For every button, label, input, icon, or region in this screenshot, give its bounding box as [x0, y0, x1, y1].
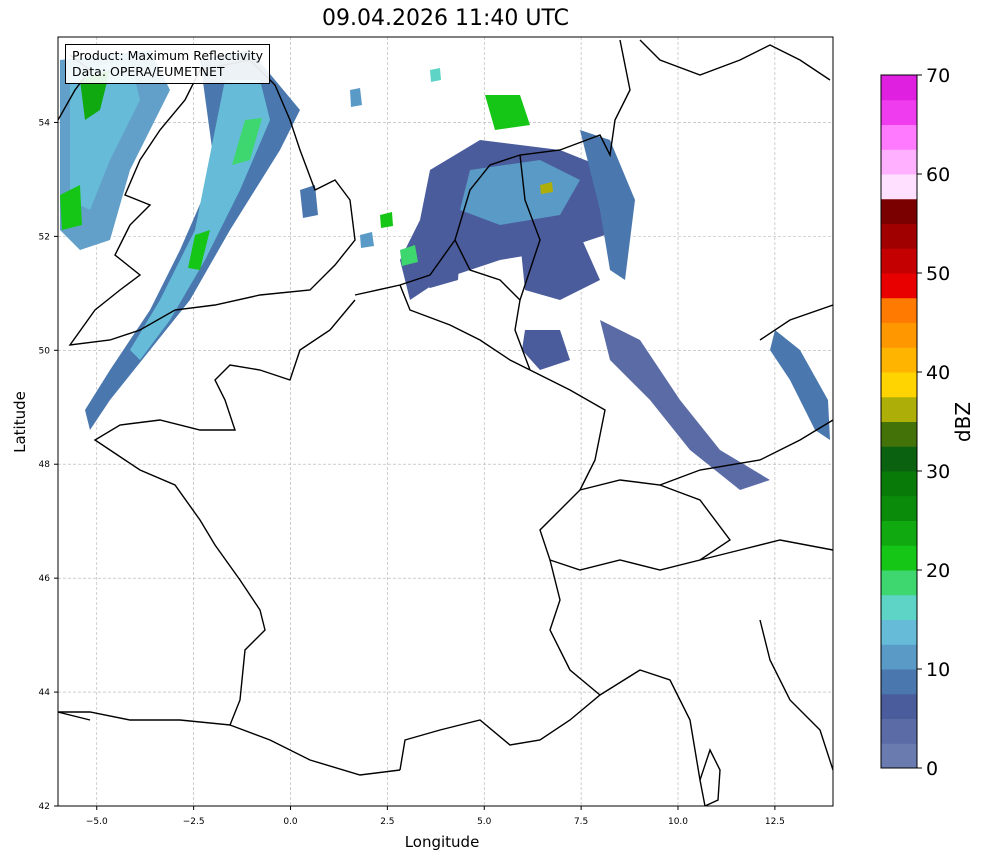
colorbar-segment — [881, 446, 917, 472]
y-tick-label: 50 — [39, 346, 51, 356]
colorbar-segment — [881, 174, 917, 200]
x-tick-label: −2.5 — [183, 817, 205, 827]
x-axis-label: Longitude — [405, 833, 480, 851]
y-tick-label: 52 — [39, 232, 50, 242]
x-tick-label: 0.0 — [283, 817, 298, 827]
colorbar-tick-label: 40 — [926, 362, 950, 384]
x-tick-label: 2.5 — [380, 817, 394, 827]
y-tick-label: 48 — [39, 460, 51, 470]
y-tick-label: 46 — [39, 574, 51, 584]
colorbar-segment — [881, 198, 917, 224]
radar-echo-cell-5 — [350, 88, 362, 107]
x-tick-label: 12.5 — [765, 817, 785, 827]
x-tick-label: 7.5 — [574, 817, 588, 827]
colorbar-segment — [881, 520, 917, 546]
y-tick-label: 54 — [39, 118, 51, 128]
colorbar-segment — [881, 594, 917, 620]
colorbar-segment — [881, 570, 917, 596]
radar-map-figure: 09.04.2026 11:40 UTC −5.0 −2.5 0.0 2.5 5… — [0, 0, 985, 860]
colorbar-tick-label: 70 — [926, 65, 950, 87]
colorbar-segment — [881, 545, 917, 571]
colorbar-segment — [881, 248, 917, 274]
y-axis-label: Latitude — [11, 391, 29, 453]
colorbar-tick-label: 50 — [926, 263, 950, 285]
colorbar-segment — [881, 372, 917, 398]
colorbar-segment — [881, 396, 917, 422]
x-axis-ticks: −5.0 −2.5 0.0 2.5 5.0 7.5 10.0 12.5 — [86, 806, 785, 827]
product-info-box: Product: Maximum Reflectivity Data: OPER… — [65, 44, 271, 84]
colorbar-segment — [881, 149, 917, 175]
colorbar-segment — [881, 273, 917, 299]
map-svg: −5.0 −2.5 0.0 2.5 5.0 7.5 10.0 12.5 42 44 46 48 50 5… — [11, 36, 975, 851]
colorbar-tick-label: 0 — [926, 758, 938, 780]
y-axis-ticks: 42 44 46 48 50 52 54 — [39, 118, 58, 812]
colorbar-segment — [881, 718, 917, 744]
product-label: Product: Maximum Reflectivity — [72, 48, 264, 63]
colorbar-segment — [881, 124, 917, 150]
colorbar-segment — [881, 421, 917, 447]
data-source-label: Data: OPERA/EUMETNET — [72, 64, 225, 79]
colorbar-tick-label: 30 — [926, 461, 950, 483]
colorbar-segment — [881, 495, 917, 521]
colorbar-segment — [881, 223, 917, 249]
y-tick-label: 44 — [39, 688, 51, 698]
x-tick-label: 5.0 — [477, 817, 492, 827]
colorbar-segment — [881, 347, 917, 373]
colorbar-segment — [881, 743, 917, 769]
colorbar: 0 10 20 30 40 50 60 70 — [880, 65, 950, 780]
colorbar-segment — [881, 644, 917, 670]
x-tick-label: −5.0 — [86, 817, 108, 827]
colorbar-segment — [881, 693, 917, 719]
x-tick-label: 10.0 — [668, 817, 688, 827]
colorbar-segment — [881, 322, 917, 348]
colorbar-segment — [881, 297, 917, 323]
radar-echo-cell-4 — [430, 68, 441, 82]
map-plot-area — [58, 37, 833, 806]
colorbar-segment — [881, 99, 917, 125]
colorbar-tick-label: 10 — [926, 659, 950, 681]
colorbar-segment — [881, 75, 917, 101]
colorbar-tick-label: 20 — [926, 560, 950, 582]
colorbar-segment — [881, 471, 917, 497]
colorbar-tick-label: 60 — [926, 164, 950, 186]
colorbar-label: dBZ — [951, 402, 975, 442]
y-tick-label: 42 — [39, 802, 50, 812]
colorbar-segment — [881, 619, 917, 645]
colorbar-segment — [881, 669, 917, 695]
